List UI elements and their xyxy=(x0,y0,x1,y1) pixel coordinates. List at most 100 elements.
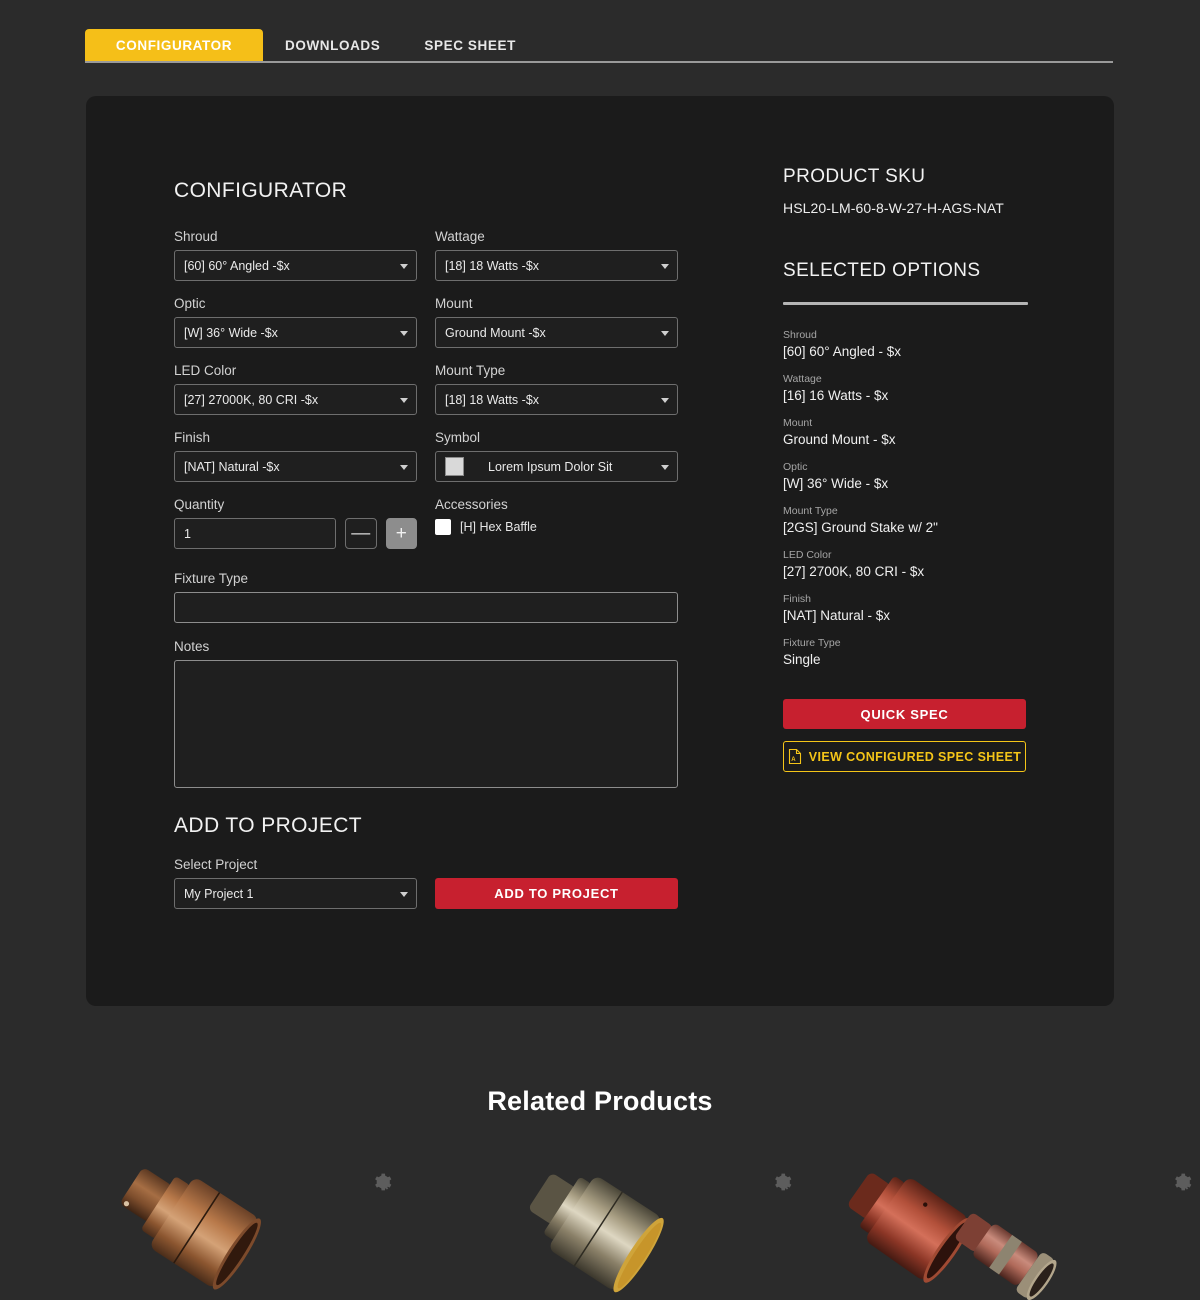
tab-spec-sheet[interactable]: SPEC SHEET xyxy=(402,29,538,62)
tab-configurator-label: CONFIGURATOR xyxy=(115,38,233,53)
option-label: Wattage xyxy=(783,373,822,385)
label-finish: Finish xyxy=(174,430,211,445)
led-color-select-value: [27] 27000K, 80 CRI -$x xyxy=(184,392,319,407)
chevron-down-icon xyxy=(400,263,408,269)
option-label: Mount Type xyxy=(783,505,838,517)
selected-option-row: Shroud [60] 60° Angled - $x xyxy=(783,329,1028,359)
related-product-card[interactable] xyxy=(400,1150,800,1300)
chevron-down-icon xyxy=(400,330,408,336)
led-color-select[interactable]: [27] 27000K, 80 CRI -$x xyxy=(174,384,417,415)
option-value: [60] 60° Angled - $x xyxy=(783,344,901,359)
field-accessories: Accessories [H] Hex Baffle xyxy=(435,497,678,549)
option-value: [27] 2700K, 80 CRI - $x xyxy=(783,564,925,579)
field-shroud: Shroud [60] 60° Angled -$x xyxy=(174,229,417,281)
project-select[interactable]: My Project 1 xyxy=(174,878,417,909)
selected-option-row: Wattage [16] 16 Watts - $x xyxy=(783,373,1028,403)
gear-icon[interactable] xyxy=(1172,1172,1192,1192)
selected-option-row: Finish [NAT] Natural - $x xyxy=(783,593,1028,623)
field-notes: Notes xyxy=(174,639,694,793)
finish-select[interactable]: [NAT] Natural -$x xyxy=(174,451,417,482)
selected-option-row: Mount Ground Mount - $x xyxy=(783,417,1028,447)
option-label: Optic xyxy=(783,461,808,473)
product-sku-heading: PRODUCT SKU xyxy=(783,166,926,187)
option-label: Shroud xyxy=(783,329,817,341)
quick-spec-button[interactable]: QUICK SPEC xyxy=(783,699,1026,729)
option-label: Finish xyxy=(783,593,812,605)
shroud-select[interactable]: [60] 60° Angled -$x xyxy=(174,250,417,281)
view-spec-sheet-label: VIEW CONFIGURED SPEC SHEET xyxy=(808,749,1022,764)
quantity-decrement-button[interactable]: — xyxy=(345,518,377,549)
hex-baffle-checkbox[interactable] xyxy=(435,519,451,535)
selected-option-row: Mount Type [2GS] Ground Stake w/ 2" xyxy=(783,505,1028,535)
field-fixture-type: Fixture Type xyxy=(174,571,694,623)
mount-select[interactable]: Ground Mount -$x xyxy=(435,317,678,348)
chevron-down-icon xyxy=(400,891,408,897)
label-mount: Mount xyxy=(435,296,473,311)
product-sku-value: HSL20-LM-60-8-W-27-H-AGS-NAT xyxy=(783,200,1004,216)
finish-select-value: [NAT] Natural -$x xyxy=(184,459,280,474)
option-label: Fixture Type xyxy=(783,637,841,649)
related-products-heading: Related Products xyxy=(487,1086,713,1116)
configurator-form: CONFIGURATOR Shroud [60] 60° Angled -$x … xyxy=(174,179,694,808)
chevron-down-icon xyxy=(661,397,669,403)
tab-bar-divider xyxy=(85,61,1113,63)
plus-icon: + xyxy=(395,523,407,544)
selected-option-row: Fixture Type Single xyxy=(783,637,1028,667)
gear-icon[interactable] xyxy=(772,1172,792,1192)
tab-downloads-label: DOWNLOADS xyxy=(285,38,381,53)
label-notes: Notes xyxy=(174,639,210,654)
optic-select-value: [W] 36° Wide -$x xyxy=(184,325,278,340)
option-value: Single xyxy=(783,652,821,667)
shroud-select-value: [60] 60° Angled -$x xyxy=(184,258,290,273)
label-fixture-type: Fixture Type xyxy=(174,571,249,586)
field-mount: Mount Ground Mount -$x xyxy=(435,296,678,348)
chevron-down-icon xyxy=(400,397,408,403)
fixture-type-input[interactable] xyxy=(174,592,678,623)
label-optic: Optic xyxy=(174,296,206,311)
notes-textarea[interactable] xyxy=(174,660,678,788)
field-mount-type: Mount Type [18] 18 Watts -$x xyxy=(435,363,678,415)
tab-spec-sheet-label: SPEC SHEET xyxy=(424,38,516,53)
selected-option-row: Optic [W] 36° Wide - $x xyxy=(783,461,1028,491)
label-symbol: Symbol xyxy=(435,430,481,445)
gear-icon[interactable] xyxy=(372,1172,392,1192)
add-to-project-button[interactable]: ADD TO PROJECT xyxy=(435,878,678,909)
field-wattage: Wattage [18] 18 Watts -$x xyxy=(435,229,678,281)
related-product-card[interactable] xyxy=(0,1150,400,1300)
field-finish: Finish [NAT] Natural -$x xyxy=(174,430,417,482)
label-accessories: Accessories xyxy=(435,497,508,512)
product-summary-sidebar: PRODUCT SKU HSL20-LM-60-8-W-27-H-AGS-NAT… xyxy=(783,166,1028,772)
field-symbol: Symbol Lorem Ipsum Dolor Sit xyxy=(435,430,678,482)
related-product-card[interactable] xyxy=(800,1150,1200,1300)
option-value: [16] 16 Watts - $x xyxy=(783,388,889,403)
option-value: Ground Mount - $x xyxy=(783,432,896,447)
quantity-increment-button[interactable]: + xyxy=(385,518,417,549)
option-label: LED Color xyxy=(783,549,832,561)
wattage-select[interactable]: [18] 18 Watts -$x xyxy=(435,250,678,281)
chevron-down-icon xyxy=(400,464,408,470)
label-mount-type: Mount Type xyxy=(435,363,506,378)
option-value: [NAT] Natural - $x xyxy=(783,608,891,623)
quantity-input[interactable] xyxy=(174,518,336,549)
tab-downloads[interactable]: DOWNLOADS xyxy=(263,29,402,62)
project-select-value: My Project 1 xyxy=(184,886,254,901)
chevron-down-icon xyxy=(661,263,669,269)
mount-type-select[interactable]: [18] 18 Watts -$x xyxy=(435,384,678,415)
optic-select[interactable]: [W] 36° Wide -$x xyxy=(174,317,417,348)
tab-bar: CONFIGURATOR DOWNLOADS SPEC SHEET xyxy=(85,28,1113,62)
configurator-heading: CONFIGURATOR xyxy=(174,179,348,202)
option-label: Mount xyxy=(783,417,813,429)
label-quantity: Quantity xyxy=(174,497,225,512)
selected-options-heading: SELECTED OPTIONS xyxy=(783,260,981,281)
symbol-select-value: Lorem Ipsum Dolor Sit xyxy=(488,459,613,474)
tab-configurator[interactable]: CONFIGURATOR xyxy=(85,29,263,62)
symbol-swatch xyxy=(445,457,464,476)
product-image-brass-spotlight xyxy=(529,1174,664,1293)
add-to-project-section: ADD TO PROJECT Select Project My Project… xyxy=(174,814,694,909)
field-optic: Optic [W] 36° Wide -$x xyxy=(174,296,417,348)
option-value: [W] 36° Wide - $x xyxy=(783,476,889,491)
symbol-select[interactable]: Lorem Ipsum Dolor Sit xyxy=(435,451,678,482)
pdf-file-icon: A xyxy=(788,749,801,764)
field-quantity: Quantity — + xyxy=(174,497,417,549)
view-spec-sheet-button[interactable]: A VIEW CONFIGURED SPEC SHEET xyxy=(783,741,1026,772)
